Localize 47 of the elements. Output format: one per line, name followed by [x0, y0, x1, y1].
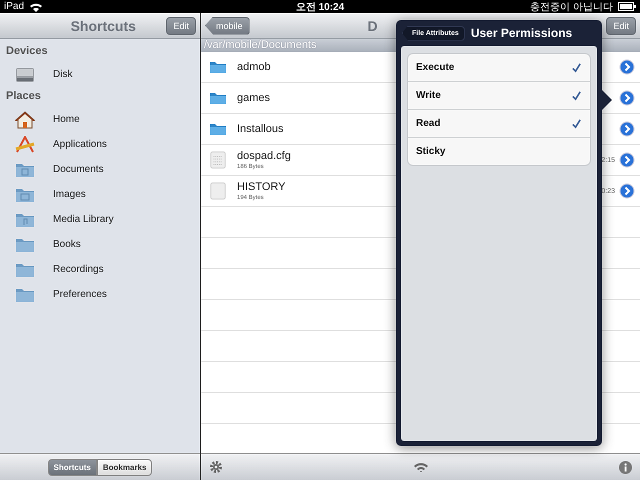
sidebar-item[interactable]: Disk: [0, 62, 200, 87]
permission-option[interactable]: Read: [408, 110, 590, 138]
popover-title: User Permissions: [470, 26, 572, 40]
option-label: Read: [416, 118, 440, 129]
text-file-icon: [209, 151, 227, 169]
sidebar-item[interactable]: Documents: [0, 157, 200, 182]
section-header: Places: [5, 89, 42, 104]
disclosure-icon[interactable]: [619, 59, 635, 75]
disclosure-icon[interactable]: [619, 152, 635, 168]
file-name: dospad.cfg: [237, 150, 291, 162]
sidebar-title: Shortcuts: [70, 18, 137, 34]
battery-status: 충전중이 아닙니다: [530, 0, 613, 14]
disclosure-icon[interactable]: [619, 90, 635, 106]
device-name: iPad: [4, 1, 24, 12]
sidebar-item[interactable]: Applications: [0, 132, 200, 157]
wifi-icon: [29, 2, 44, 12]
option-label: Write: [416, 90, 441, 101]
disclosure-icon[interactable]: [619, 183, 635, 199]
info-icon[interactable]: [619, 460, 632, 474]
battery-icon: [618, 2, 636, 11]
file-name: HISTORY: [237, 181, 286, 193]
file-name: admob: [237, 61, 271, 73]
permission-option[interactable]: Execute: [408, 54, 590, 82]
option-label: Execute: [416, 62, 454, 73]
permission-option[interactable]: Write: [408, 82, 590, 110]
wifi-icon[interactable]: [413, 462, 429, 472]
segment-tab[interactable]: Shortcuts: [48, 458, 97, 476]
option-label: Sticky: [416, 146, 446, 157]
sidebar-item[interactable]: Home: [0, 107, 200, 132]
file-name: Installous: [237, 123, 284, 135]
sidebar-item[interactable]: Preferences: [0, 282, 200, 307]
sidebar-item[interactable]: Recordings: [0, 257, 200, 282]
permission-option[interactable]: Sticky: [408, 138, 590, 165]
disclosure-icon[interactable]: [619, 121, 635, 137]
path-label: /var/mobile/Documents: [204, 39, 316, 51]
house-icon: [14, 110, 36, 128]
settings-icon[interactable]: [209, 460, 223, 474]
sidebar-item[interactable]: Images: [0, 182, 200, 207]
file-name: games: [237, 92, 270, 104]
file-icon: [209, 182, 227, 200]
sidebar-item[interactable]: Books: [0, 232, 200, 257]
pencil-compass-icon: [14, 136, 36, 154]
main-title: D: [368, 18, 378, 34]
clock: 오전 10:24: [296, 0, 344, 14]
sidebar-item[interactable]: Media Library: [0, 207, 200, 232]
segment-tab[interactable]: Bookmarks: [96, 458, 152, 476]
section-header: Devices: [5, 44, 49, 59]
